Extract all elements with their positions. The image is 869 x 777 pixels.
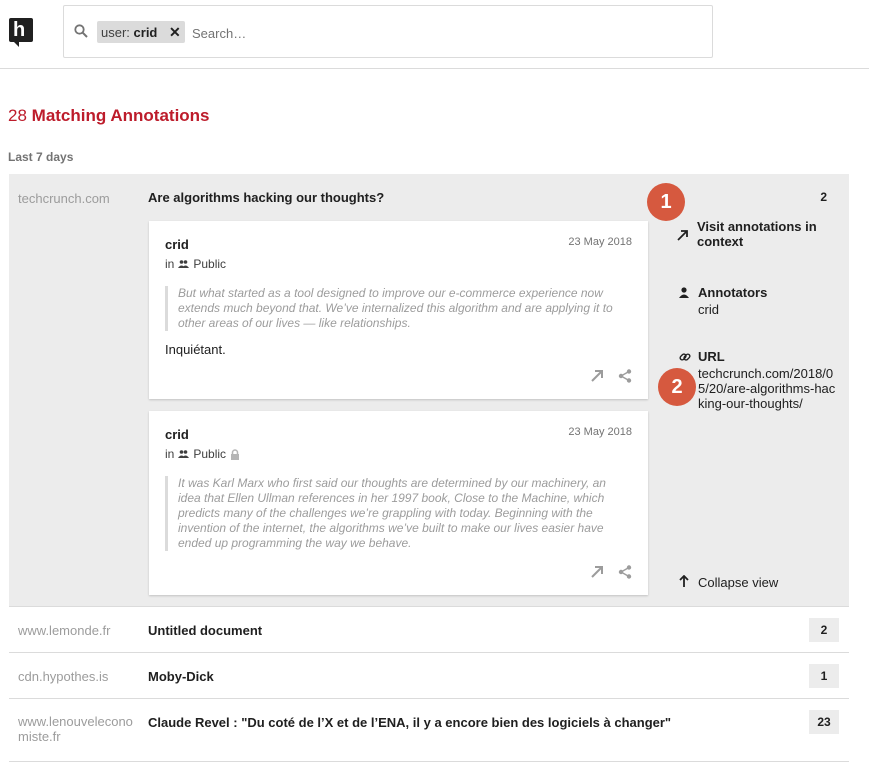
row-count: 2 (809, 618, 839, 642)
annotation-actions (590, 565, 632, 579)
url-line: 5/20/are-algorithms-hac (698, 381, 836, 396)
url-section: URL techcrunch.com/2018/0 5/20/are-algor… (679, 349, 844, 411)
group-prefix: in (165, 257, 175, 271)
annotation-user[interactable]: crid (165, 237, 189, 252)
open-in-context-icon[interactable] (590, 565, 604, 579)
annotation-group: in Public (165, 257, 226, 271)
marker-badge: 2 (658, 368, 696, 406)
link-icon (679, 353, 691, 361)
annotation-date[interactable]: 23 May 2018 (568, 426, 632, 438)
annotation-quote: But what started as a tool designed to i… (165, 286, 618, 331)
search-bar[interactable]: user: crid ✕ (63, 5, 713, 58)
arrow-up-right-icon (677, 230, 688, 241)
logo-letter-icon: h (13, 19, 26, 41)
visit-in-context-link[interactable]: Visit annotations in context (677, 219, 837, 249)
expanded-bucket: techcrunch.com Are algorithms hacking ou… (9, 174, 849, 606)
group-name[interactable]: Public (193, 447, 226, 461)
row-title[interactable]: Untitled document (148, 623, 262, 638)
share-icon[interactable] (618, 369, 632, 383)
chip-value: crid (133, 25, 158, 40)
visit-line2: context (697, 234, 744, 249)
group-icon (178, 260, 190, 268)
collapse-label: Collapse view (698, 575, 779, 590)
results-count: 28 (8, 106, 27, 125)
search-icon (74, 24, 88, 38)
annotators-value[interactable]: crid (698, 302, 839, 317)
user-icon (679, 287, 689, 298)
annotation-user[interactable]: crid (165, 427, 189, 442)
bucket-row[interactable]: www.lenouvelecono miste.fr Claude Revel … (9, 698, 849, 762)
search-filter-chip[interactable]: user: crid ✕ (97, 21, 185, 43)
url-line: techcrunch.com/2018/0 (698, 366, 834, 381)
hypothesis-logo-icon[interactable]: h (9, 18, 33, 47)
collapse-view-button[interactable]: Collapse view (679, 575, 778, 590)
group-icon (178, 450, 190, 458)
url-label: URL (698, 349, 725, 364)
arrow-up-icon (679, 575, 689, 587)
row-domain[interactable]: www.lenouvelecono miste.fr (18, 714, 133, 744)
open-in-context-icon[interactable] (590, 369, 604, 383)
lock-icon (231, 448, 240, 460)
group-name[interactable]: Public (193, 257, 226, 271)
row-domain-line: www.lenouvelecono (18, 714, 133, 729)
search-input[interactable] (190, 20, 694, 46)
annotation-quote: It was Karl Marx who first said our thou… (165, 476, 618, 551)
url-value[interactable]: techcrunch.com/2018/0 5/20/are-algorithm… (698, 366, 844, 411)
row-domain-line: miste.fr (18, 729, 61, 744)
bucket-title[interactable]: Are algorithms hacking our thoughts? (148, 190, 384, 205)
annotators-label: Annotators (698, 285, 768, 300)
period-label: Last 7 days (8, 150, 74, 164)
chip-key: user: (101, 25, 130, 40)
marker-badge: 1 (647, 183, 685, 221)
annotators-section: Annotators crid (679, 285, 839, 317)
share-icon[interactable] (618, 565, 632, 579)
top-bar: h user: crid ✕ (0, 0, 869, 69)
row-count: 23 (809, 710, 839, 734)
remove-chip-icon[interactable]: ✕ (169, 21, 181, 43)
bucket-row[interactable]: cdn.hypothes.is Moby-Dick 1 (9, 652, 849, 699)
group-prefix: in (165, 447, 175, 461)
bucket-count: 2 (820, 190, 827, 204)
visit-line1: Visit annotations in (697, 219, 817, 234)
annotation-text: Inquiétant. (165, 342, 226, 357)
url-line: king-our-thoughts/ (698, 396, 803, 411)
row-title[interactable]: Moby-Dick (148, 669, 214, 684)
annotation-group: in Public (165, 447, 240, 461)
row-count: 1 (809, 664, 839, 688)
row-domain[interactable]: www.lemonde.fr (18, 623, 110, 638)
bucket-row[interactable]: www.lemonde.fr Untitled document 2 (9, 606, 849, 653)
annotation-card[interactable]: crid 23 May 2018 in Public But what star… (149, 221, 648, 399)
row-title[interactable]: Claude Revel : "Du coté de l’X et de l’E… (148, 715, 671, 730)
results-label: Matching Annotations (31, 106, 210, 125)
annotation-actions (590, 369, 632, 383)
annotation-card[interactable]: crid 23 May 2018 in Public It was Karl M… (149, 411, 648, 595)
bucket-domain[interactable]: techcrunch.com (18, 191, 110, 206)
results-heading: 28 Matching Annotations (8, 106, 210, 126)
annotation-date[interactable]: 23 May 2018 (568, 236, 632, 248)
row-domain[interactable]: cdn.hypothes.is (18, 669, 108, 684)
